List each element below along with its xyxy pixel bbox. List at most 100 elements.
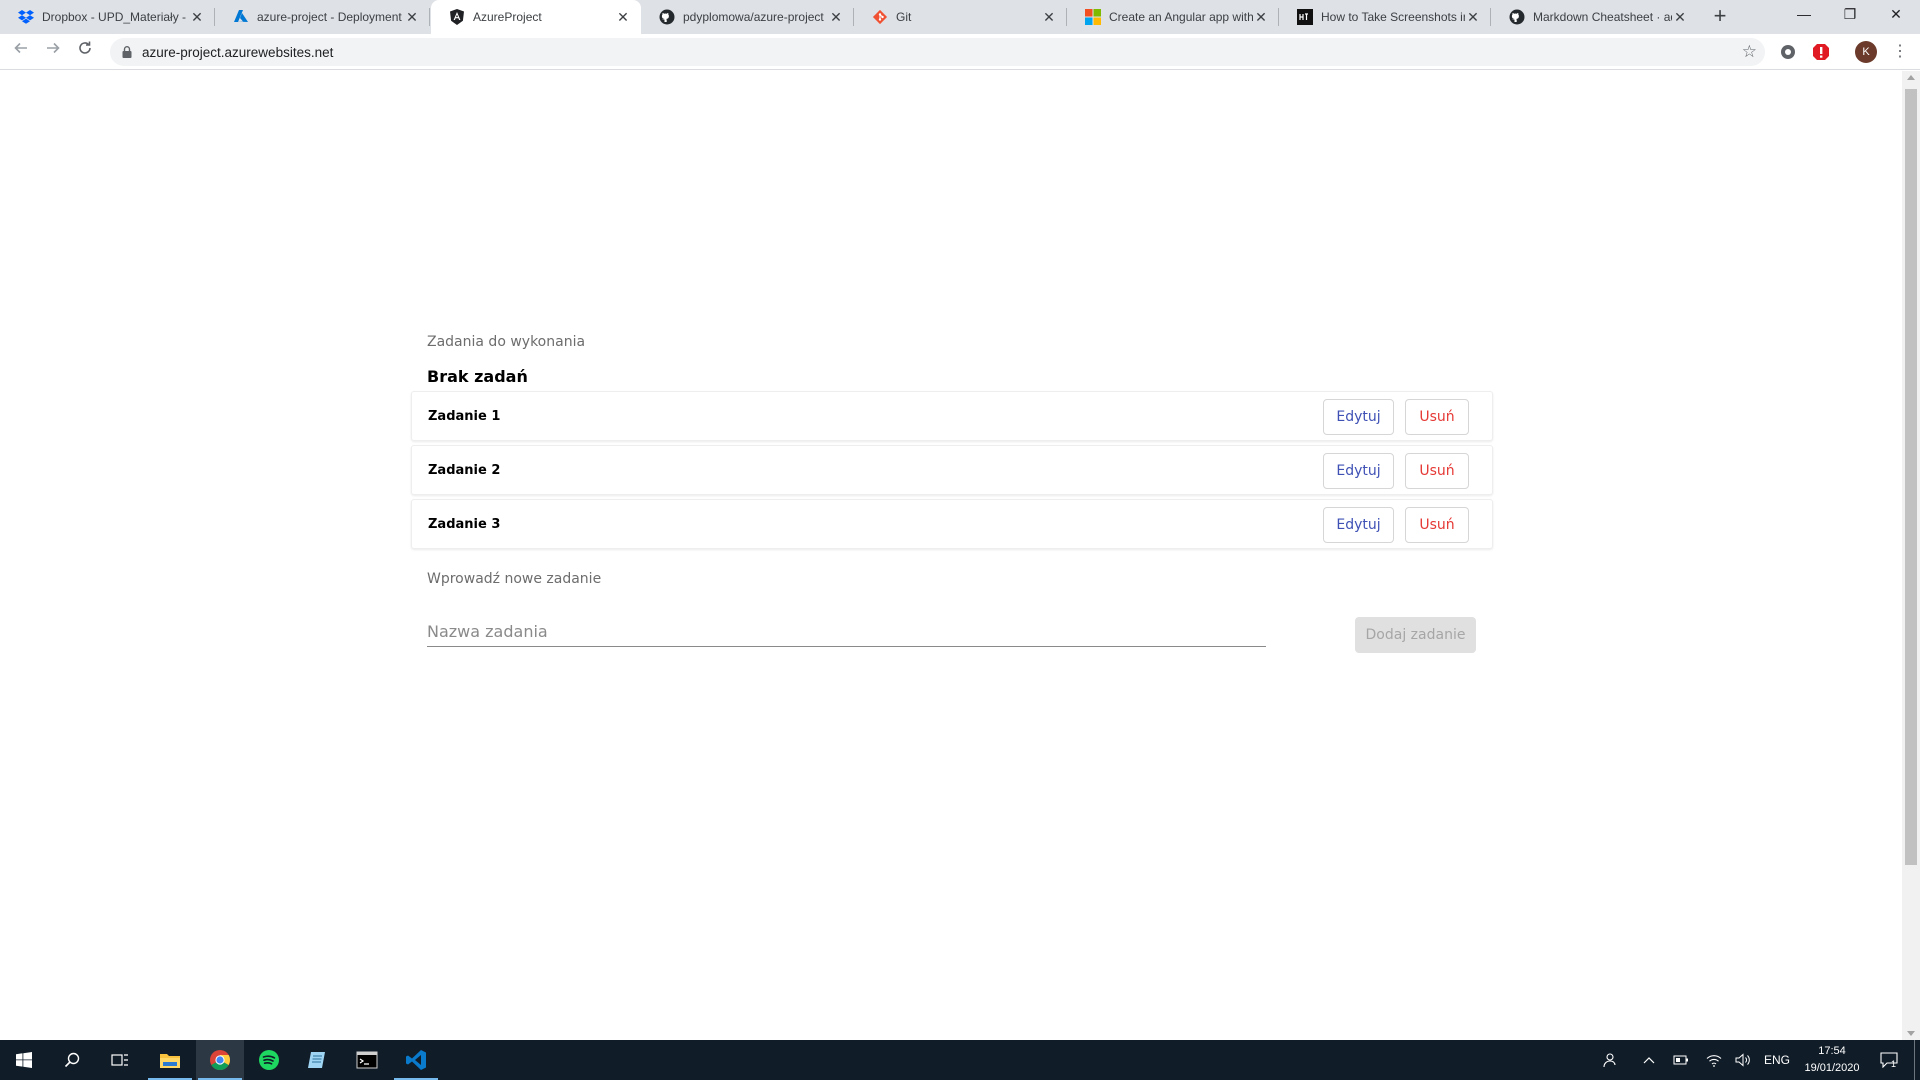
tab-markdown-cheatsheet[interactable]: Markdown Cheatsheet · ada ✕ (1491, 0, 1698, 34)
show-hidden-icons-chevron-icon[interactable] (1638, 1040, 1660, 1080)
edit-task-button[interactable]: Edytuj (1323, 507, 1394, 543)
notification-count-badge: 1 (1891, 1059, 1897, 1069)
people-icon[interactable] (1598, 1040, 1620, 1080)
task-name: Zadanie 3 (428, 517, 501, 532)
profile-avatar[interactable]: K (1855, 41, 1877, 63)
restore-button[interactable]: ❐ (1827, 0, 1873, 30)
close-tab-icon[interactable]: ✕ (615, 9, 631, 25)
task-list-heading: Zadania do wykonania (427, 334, 586, 350)
browser-toolbar: azure-project.azurewebsites.net ☆ (0, 34, 1920, 70)
show-desktop-divider[interactable] (1914, 1040, 1915, 1080)
edit-task-button[interactable]: Edytuj (1323, 453, 1394, 489)
address-bar[interactable]: azure-project.azurewebsites.net ☆ (110, 38, 1765, 66)
terminal-icon (356, 1051, 378, 1069)
close-tab-icon[interactable]: ✕ (189, 9, 205, 25)
tab-azureproject[interactable]: AzureProject ✕ (431, 0, 641, 34)
browser-menu-icon[interactable]: ⋮ (1892, 41, 1908, 63)
tab-htg[interactable]: How to Take Screenshots in ✕ (1279, 0, 1491, 34)
task-card: Zadanie 1 Edytuj Usuń (411, 391, 1493, 441)
close-tab-icon[interactable]: ✕ (1253, 9, 1269, 25)
tab-title: AzureProject (473, 10, 542, 24)
tab-title: Create an Angular app with (1109, 10, 1253, 24)
spotify-app[interactable] (245, 1040, 293, 1080)
new-task-input[interactable] (427, 617, 1266, 645)
chrome-app[interactable] (196, 1040, 244, 1080)
close-tab-icon[interactable]: ✕ (1672, 9, 1688, 25)
task-view-button[interactable] (96, 1040, 144, 1080)
page-scrollbar[interactable] (1902, 71, 1920, 1040)
vscode-icon (406, 1050, 426, 1070)
tab-github-azure-project[interactable]: pdyplomowa/azure-project ✕ (641, 0, 854, 34)
edit-task-button[interactable]: Edytuj (1323, 399, 1394, 435)
minimize-button[interactable]: — (1781, 0, 1827, 30)
notification-center-icon[interactable]: 1 (1874, 1040, 1904, 1080)
close-window-button[interactable]: ✕ (1873, 0, 1919, 30)
task-name: Zadanie 2 (428, 463, 501, 478)
arrow-left-icon (14, 42, 27, 54)
file-explorer-app[interactable] (146, 1040, 194, 1080)
git-icon (872, 9, 888, 25)
github-icon (1509, 9, 1525, 25)
vscode-app[interactable] (392, 1040, 440, 1080)
clock[interactable]: 17:54 19/01/2020 (1792, 1043, 1872, 1077)
adblock-extension-icon[interactable] (1811, 42, 1831, 62)
chrome-icon (210, 1050, 231, 1071)
notepad-icon (308, 1052, 325, 1068)
delete-task-button[interactable]: Usuń (1405, 453, 1469, 489)
file-explorer-icon (160, 1054, 180, 1068)
tab-title: Git (896, 10, 912, 24)
battery-icon[interactable] (1670, 1040, 1692, 1080)
close-tab-icon[interactable]: ✕ (1041, 9, 1057, 25)
lock-icon (122, 46, 132, 58)
url-text: azure-project.azurewebsites.net (142, 45, 334, 60)
new-tab-button[interactable]: + (1708, 5, 1732, 29)
terminal-app[interactable] (343, 1040, 391, 1080)
search-icon (64, 1052, 80, 1068)
wifi-icon[interactable] (1703, 1040, 1725, 1080)
windows-logo-icon (16, 1052, 32, 1068)
tab-azure[interactable]: azure-project - Deployment ✕ (215, 0, 430, 34)
task-card: Zadanie 3 Edytuj Usuń (411, 499, 1493, 549)
volume-icon[interactable] (1732, 1040, 1754, 1080)
add-task-button[interactable]: Dodaj zadanie (1355, 617, 1476, 653)
github-icon (659, 9, 675, 25)
delete-task-button[interactable]: Usuń (1405, 399, 1469, 435)
extension-icon[interactable] (1778, 42, 1798, 62)
new-task-field (427, 617, 1266, 647)
tab-title: How to Take Screenshots in (1321, 10, 1465, 24)
tab-dropbox[interactable]: Dropbox - UPD_Materiały - ✕ (0, 0, 215, 34)
delete-task-button[interactable]: Usuń (1405, 507, 1469, 543)
search-button[interactable] (48, 1040, 96, 1080)
reload-button[interactable] (73, 40, 97, 64)
close-tab-icon[interactable]: ✕ (828, 9, 844, 25)
arrow-right-icon (47, 42, 60, 54)
task-card: Zadanie 2 Edytuj Usuń (411, 445, 1493, 495)
close-tab-icon[interactable]: ✕ (1465, 9, 1481, 25)
task-name: Zadanie 1 (428, 409, 501, 424)
clock-date: 19/01/2020 (1804, 1062, 1860, 1074)
forward-button[interactable] (41, 40, 65, 64)
tab-title: Dropbox - UPD_Materiały - (42, 10, 187, 24)
tab-title: azure-project - Deployment (257, 10, 402, 24)
back-button[interactable] (9, 40, 33, 64)
tab-microsoft-docs[interactable]: Create an Angular app with ✕ (1067, 0, 1279, 34)
scroll-down-arrow-icon[interactable] (1907, 1031, 1915, 1036)
scroll-up-arrow-icon[interactable] (1907, 75, 1915, 80)
page-content: Zadania do wykonania Brak zadań Zadanie … (0, 71, 1902, 1040)
input-language[interactable]: ENG (1760, 1040, 1794, 1080)
azure-icon (233, 9, 249, 25)
htg-icon (1297, 9, 1313, 25)
task-view-icon (111, 1054, 128, 1066)
bookmark-star-icon[interactable]: ☆ (1742, 42, 1757, 62)
browser-tab-strip: Dropbox - UPD_Materiały - ✕ azure-projec… (0, 0, 1920, 34)
clock-time: 17:54 (1818, 1045, 1846, 1057)
empty-tasks-message: Brak zadań (427, 367, 528, 386)
new-task-heading: Wprowadź nowe zadanie (427, 571, 602, 587)
scrollbar-thumb[interactable] (1905, 89, 1917, 865)
tab-git[interactable]: Git ✕ (854, 0, 1067, 34)
tab-title: Markdown Cheatsheet · ada (1533, 10, 1672, 24)
notepad-app[interactable] (294, 1040, 342, 1080)
spotify-icon (259, 1050, 279, 1070)
close-tab-icon[interactable]: ✕ (404, 9, 420, 25)
start-button[interactable] (0, 1040, 48, 1080)
